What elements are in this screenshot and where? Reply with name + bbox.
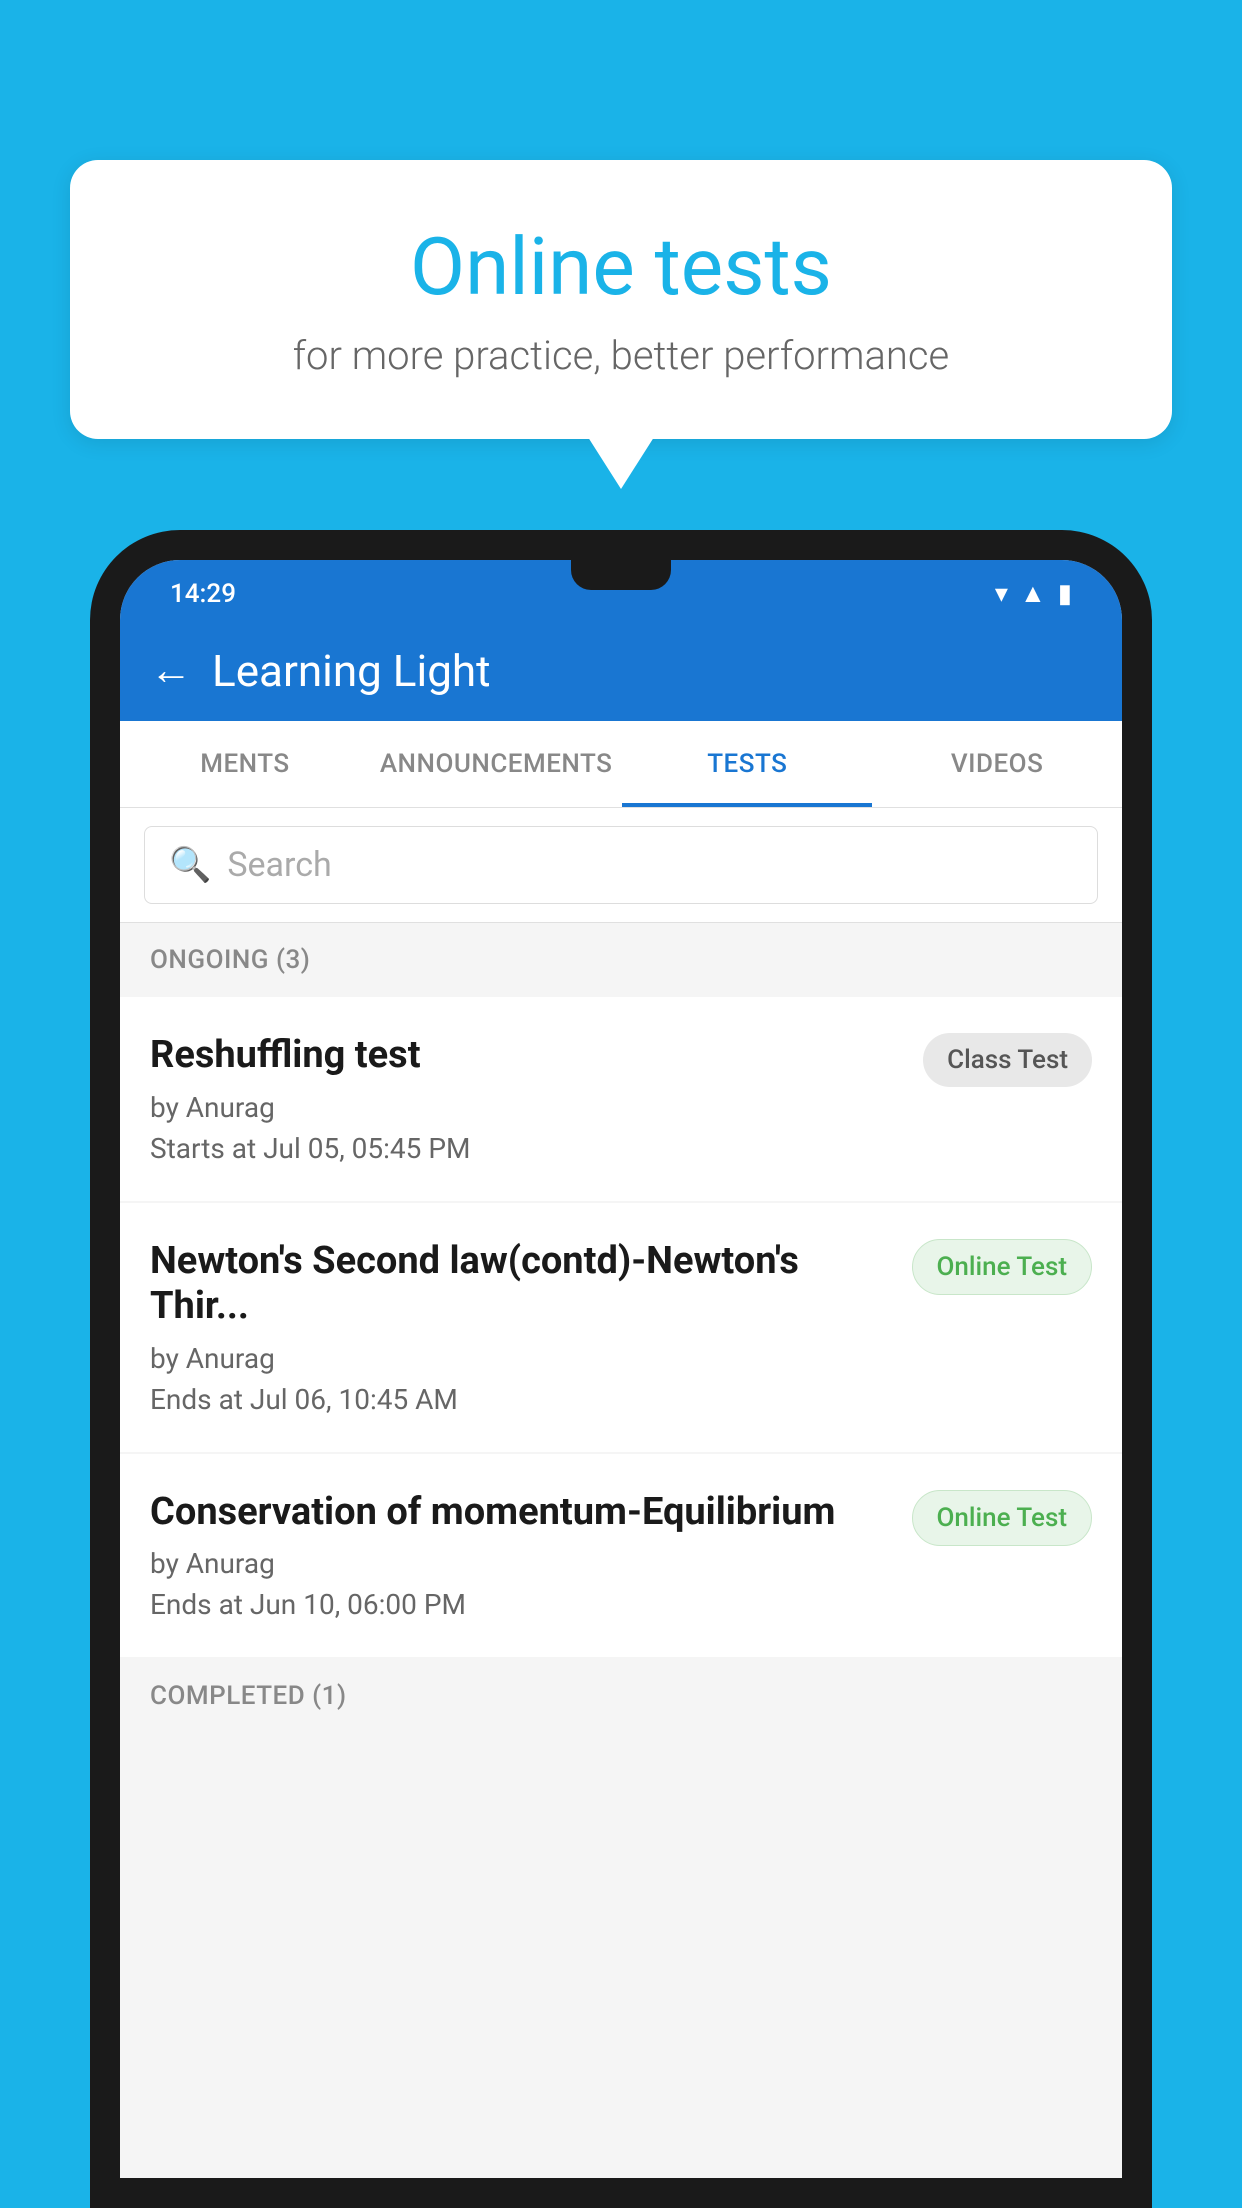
phone-notch — [571, 560, 671, 590]
content-area: ONGOING (3) Reshuffling test by Anurag S… — [120, 923, 1122, 2178]
test-by-1: by Anurag — [150, 1091, 903, 1124]
bubble-subtitle: for more practice, better performance — [150, 332, 1092, 379]
ongoing-section-header: ONGOING (3) — [120, 923, 1122, 997]
search-placeholder: Search — [227, 845, 331, 885]
tab-ments[interactable]: MENTS — [120, 721, 370, 807]
bubble-title: Online tests — [150, 220, 1092, 314]
test-name-3: Conservation of momentum-Equilibrium — [150, 1490, 892, 1536]
test-by-3: by Anurag — [150, 1547, 892, 1580]
search-icon: 🔍 — [169, 845, 211, 885]
test-date-2: Ends at Jul 06, 10:45 AM — [150, 1383, 892, 1416]
tab-tests[interactable]: TESTS — [622, 721, 872, 807]
status-time: 14:29 — [170, 579, 236, 609]
test-card-1[interactable]: Reshuffling test by Anurag Starts at Jul… — [120, 997, 1122, 1201]
test-name-1: Reshuffling test — [150, 1033, 903, 1079]
app-title: Learning Light — [212, 645, 491, 697]
test-card-2[interactable]: Newton's Second law(contd)-Newton's Thir… — [120, 1203, 1122, 1452]
wifi-icon: ▾ — [995, 579, 1008, 609]
speech-bubble: Online tests for more practice, better p… — [70, 160, 1172, 439]
test-date-1: Starts at Jul 05, 05:45 PM — [150, 1132, 903, 1165]
back-button[interactable]: ← — [150, 650, 192, 692]
tab-announcements[interactable]: ANNOUNCEMENTS — [370, 721, 623, 807]
search-bar[interactable]: 🔍 Search — [144, 826, 1098, 904]
test-name-2: Newton's Second law(contd)-Newton's Thir… — [150, 1239, 892, 1330]
badge-class-test-1: Class Test — [923, 1033, 1092, 1087]
test-card-3[interactable]: Conservation of momentum-Equilibrium by … — [120, 1454, 1122, 1658]
badge-online-test-2: Online Test — [912, 1239, 1093, 1295]
status-icons: ▾ ▲ ▮ — [995, 578, 1072, 609]
phone-frame: 14:29 ▾ ▲ ▮ ← Learning Light MENTS ANNOU… — [90, 530, 1152, 2208]
tab-videos[interactable]: VIDEOS — [872, 721, 1122, 807]
speech-bubble-container: Online tests for more practice, better p… — [70, 160, 1172, 439]
test-card-3-left: Conservation of momentum-Equilibrium by … — [150, 1490, 912, 1622]
battery-icon: ▮ — [1058, 579, 1072, 609]
tabs-bar: MENTS ANNOUNCEMENTS TESTS VIDEOS — [120, 721, 1122, 808]
badge-online-test-3: Online Test — [912, 1490, 1093, 1546]
test-by-2: by Anurag — [150, 1342, 892, 1375]
test-date-3: Ends at Jun 10, 06:00 PM — [150, 1588, 892, 1621]
test-card-1-left: Reshuffling test by Anurag Starts at Jul… — [150, 1033, 923, 1165]
test-card-2-left: Newton's Second law(contd)-Newton's Thir… — [150, 1239, 912, 1416]
completed-section-header: COMPLETED (1) — [120, 1659, 1122, 1733]
phone-screen: 14:29 ▾ ▲ ▮ ← Learning Light MENTS ANNOU… — [120, 560, 1122, 2178]
search-container: 🔍 Search — [120, 808, 1122, 923]
app-header: ← Learning Light — [120, 621, 1122, 721]
signal-icon: ▲ — [1020, 578, 1046, 609]
